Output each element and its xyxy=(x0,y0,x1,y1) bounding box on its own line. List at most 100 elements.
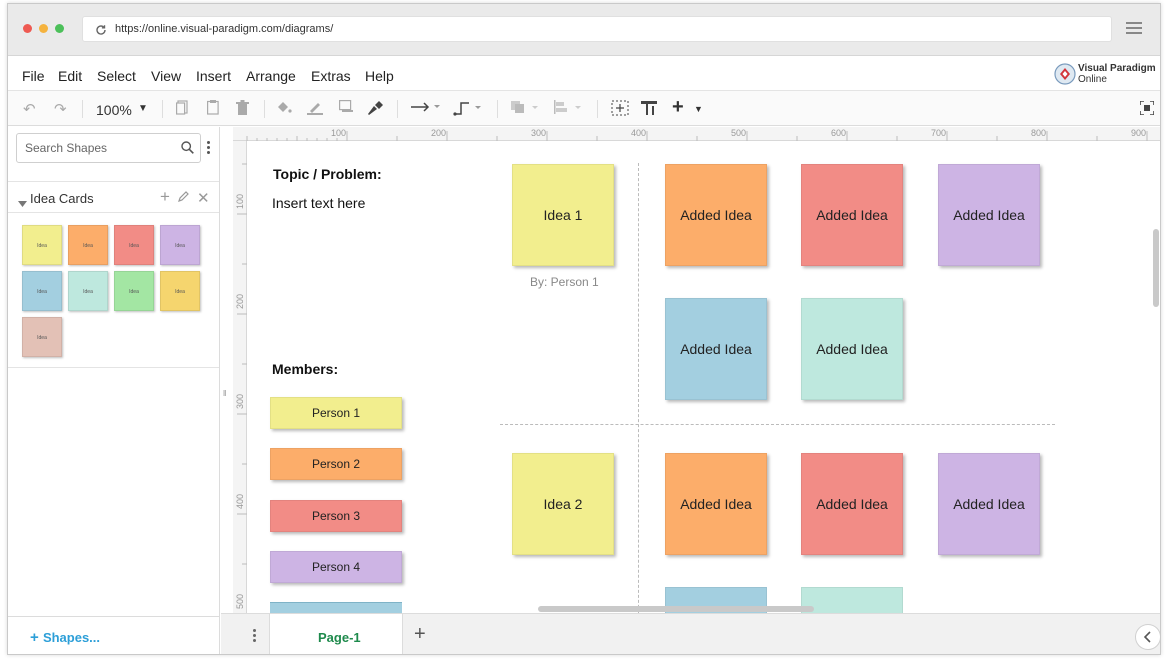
maximize-window-dot[interactable] xyxy=(55,24,64,33)
sidebar-footer: + Shapes... xyxy=(8,616,219,654)
horizontal-scrollbar[interactable] xyxy=(538,606,814,612)
palette-card-green[interactable]: Idea xyxy=(114,271,154,311)
palette-card-orange[interactable]: Idea xyxy=(68,225,108,265)
ruler-tick-label: 300 xyxy=(531,128,547,138)
diagram-canvas[interactable]: ‖ 100 200 300 400 500 600 700 800 900 10… xyxy=(221,127,1160,613)
add-shape-icon[interactable]: + xyxy=(160,187,170,207)
paste-icon[interactable] xyxy=(207,100,219,119)
member-person-5-partial[interactable] xyxy=(270,602,402,613)
add-plus-icon[interactable]: + xyxy=(672,96,684,119)
palette-card-rose[interactable]: Idea xyxy=(22,317,62,357)
menu-file[interactable]: File xyxy=(22,68,45,84)
topic-label[interactable]: Topic / Problem: xyxy=(273,166,382,182)
added-idea-card-partial[interactable] xyxy=(801,587,903,613)
menu-arrange[interactable]: Arrange xyxy=(246,68,296,84)
menu-help[interactable]: Help xyxy=(365,68,394,84)
fullscreen-icon[interactable] xyxy=(1139,100,1155,119)
member-person-4[interactable]: Person 4 xyxy=(270,551,402,583)
menu-insert[interactable]: Insert xyxy=(196,68,231,84)
added-idea-card[interactable]: Added Idea xyxy=(938,453,1040,555)
palette-card-yellow[interactable]: Idea xyxy=(22,225,62,265)
page-menu-icon[interactable] xyxy=(253,629,256,644)
added-idea-card[interactable]: Added Idea xyxy=(665,298,767,400)
ruler-tick-label: 600 xyxy=(831,128,847,138)
zoom-select[interactable]: 100% xyxy=(96,102,132,118)
reload-icon[interactable] xyxy=(95,23,107,41)
delete-icon[interactable] xyxy=(236,100,249,119)
member-person-1[interactable]: Person 1 xyxy=(270,397,402,429)
tab-page-1[interactable]: Page-1 xyxy=(269,614,403,654)
page-tab-label: Page-1 xyxy=(318,630,361,645)
ruler-tick-label: 700 xyxy=(931,128,947,138)
fill-color-icon[interactable] xyxy=(276,100,292,119)
horizontal-ruler: 100 200 300 400 500 600 700 800 900 xyxy=(233,127,1160,141)
members-label[interactable]: Members: xyxy=(272,361,338,377)
added-idea-card[interactable]: Added Idea xyxy=(938,164,1040,266)
added-idea-card[interactable]: Added Idea xyxy=(801,298,903,400)
edit-pencil-icon[interactable] xyxy=(178,189,190,206)
page-bar: Page-1 + xyxy=(221,613,1160,654)
format-painter-icon[interactable] xyxy=(366,100,384,120)
add-page-icon[interactable]: + xyxy=(414,623,426,646)
browser-menu-icon[interactable] xyxy=(1126,22,1142,36)
connection-arrow-icon[interactable] xyxy=(410,100,442,118)
search-icon[interactable] xyxy=(181,141,194,159)
redo-icon[interactable]: ↷ xyxy=(54,100,67,118)
to-front-icon[interactable] xyxy=(510,100,542,118)
ruler-tick-label: 200 xyxy=(431,128,447,138)
zoom-chevron-down-icon[interactable]: ▼ xyxy=(138,103,148,114)
shapes-sidebar: Idea Cards + ✕ Idea Idea Idea Idea Idea … xyxy=(8,127,220,654)
menu-edit[interactable]: Edit xyxy=(58,68,82,84)
vertical-scrollbar[interactable] xyxy=(1153,229,1159,307)
undo-icon[interactable]: ↶ xyxy=(23,100,36,118)
member-person-3[interactable]: Person 3 xyxy=(270,500,402,532)
palette-card-gold[interactable]: Idea xyxy=(160,271,200,311)
close-section-icon[interactable]: ✕ xyxy=(197,189,210,207)
ruler-tick-label: 400 xyxy=(631,128,647,138)
ruler-tick-label: 300 xyxy=(235,393,245,409)
idea-1-byline: By: Person 1 xyxy=(530,275,599,289)
menu-select[interactable]: Select xyxy=(97,68,136,84)
copy-icon[interactable] xyxy=(176,100,188,119)
palette-card-red[interactable]: Idea xyxy=(114,225,154,265)
ruler-tick-label: 500 xyxy=(731,128,747,138)
waypoint-icon[interactable] xyxy=(453,100,485,120)
line-color-icon[interactable] xyxy=(307,100,323,119)
minimize-window-dot[interactable] xyxy=(39,24,48,33)
ruler-tick-label: 100 xyxy=(235,193,245,209)
ruler-tick-label: 900 xyxy=(1131,128,1147,138)
align-icon[interactable] xyxy=(553,100,585,118)
collapse-panel-button[interactable] xyxy=(1135,624,1160,650)
menu-view[interactable]: View xyxy=(151,68,181,84)
url-text[interactable]: https://online.visual-paradigm.com/diagr… xyxy=(115,23,333,35)
vertical-divider xyxy=(638,163,639,613)
menu-extras[interactable]: Extras xyxy=(311,68,351,84)
palette-card-purple[interactable]: Idea xyxy=(160,225,200,265)
browser-chrome: https://online.visual-paradigm.com/diagr… xyxy=(8,4,1160,56)
added-idea-card[interactable]: Added Idea xyxy=(801,453,903,555)
close-window-dot[interactable] xyxy=(23,24,32,33)
idea-card-idea-1[interactable]: Idea 1 xyxy=(512,164,614,266)
idea-card-idea-2[interactable]: Idea 2 xyxy=(512,453,614,555)
fit-page-icon[interactable] xyxy=(611,100,629,120)
sidebar-resize-handle[interactable]: ‖ xyxy=(223,389,226,398)
member-person-2[interactable]: Person 2 xyxy=(270,448,402,480)
palette-card-mint[interactable]: Idea xyxy=(68,271,108,311)
address-bar[interactable]: https://online.visual-paradigm.com/diagr… xyxy=(82,16,1112,42)
more-shapes-link[interactable]: + Shapes... xyxy=(30,629,100,646)
added-idea-card[interactable]: Added Idea xyxy=(801,164,903,266)
page-size-icon[interactable] xyxy=(640,100,658,120)
topic-text[interactable]: Insert text here xyxy=(272,195,365,211)
ruler-tick-label: 200 xyxy=(235,293,245,309)
collapse-triangle-icon[interactable] xyxy=(18,194,27,212)
added-idea-card[interactable]: Added Idea xyxy=(665,164,767,266)
search-shapes-box[interactable] xyxy=(16,133,201,163)
logo-line1: Visual Paradigm xyxy=(1078,63,1156,74)
search-shapes-input[interactable] xyxy=(23,140,173,156)
sidebar-more-icon[interactable] xyxy=(207,141,211,156)
add-chevron-down-icon[interactable]: ▼ xyxy=(694,104,703,114)
added-idea-card[interactable]: Added Idea xyxy=(665,453,767,555)
shadow-icon[interactable] xyxy=(339,100,354,117)
palette-card-blue[interactable]: Idea xyxy=(22,271,62,311)
idea-cards-section-header[interactable]: Idea Cards + ✕ xyxy=(8,181,219,213)
